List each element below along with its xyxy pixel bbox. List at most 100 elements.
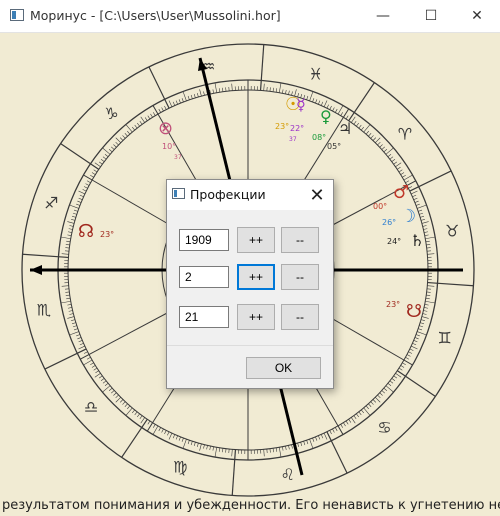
degree-tick [424, 304, 429, 306]
year-field[interactable]: 1909 [179, 229, 229, 251]
day-field[interactable]: 21 [179, 306, 229, 328]
degree-tick [323, 433, 328, 440]
degree-tick [91, 172, 96, 175]
degree-tick [272, 448, 274, 453]
degree-tick [381, 390, 385, 394]
degree-tick [312, 437, 315, 442]
mercury-minute: 37 [289, 136, 297, 143]
degree-tick [90, 362, 94, 366]
degree-tick [152, 424, 156, 428]
degree-tick [418, 209, 423, 212]
degree-tick [423, 228, 428, 230]
degree-tick [182, 91, 187, 101]
north-node-degree: 23° [100, 230, 114, 239]
degree-tick [122, 401, 126, 405]
degree-tick [420, 218, 425, 221]
ok-button[interactable]: OK [246, 357, 321, 379]
degree-tick [278, 447, 282, 458]
degree-tick [417, 331, 427, 336]
degree-tick [94, 162, 101, 168]
degree-tick [332, 428, 335, 433]
dialog-close-icon[interactable]: ✕ [305, 183, 329, 207]
degree-tick [282, 446, 284, 451]
degree-tick [297, 442, 300, 447]
degree-tick [379, 392, 383, 396]
sign-boundary [231, 449, 237, 496]
degree-tick [68, 310, 73, 312]
mercury-degree: 22° [290, 124, 304, 133]
year-plus-button[interactable]: ++ [237, 227, 275, 253]
degree-tick [343, 422, 346, 427]
month-field[interactable]: 2 [179, 266, 229, 288]
day-plus-button[interactable]: ++ [237, 304, 275, 330]
degree-tick [203, 444, 205, 449]
degree-tick [68, 228, 73, 230]
degree-tick [389, 380, 394, 384]
degree-tick [412, 342, 417, 346]
degree-tick [61, 285, 69, 287]
maximize-button[interactable]: ☐ [408, 0, 454, 32]
degree-tick [356, 413, 359, 418]
house-cusp [83, 174, 174, 228]
degree-tick [203, 91, 205, 96]
degree-tick [425, 300, 436, 304]
degree-tick [427, 285, 435, 287]
degree-tick [90, 174, 94, 178]
degree-tick [77, 200, 82, 203]
degree-tick [134, 411, 138, 416]
degree-tick [361, 409, 365, 414]
degree-tick [76, 203, 81, 206]
degree-tick [214, 82, 218, 93]
sign-boundary [259, 44, 265, 91]
degree-tick [108, 149, 113, 153]
degree-tick [425, 297, 430, 300]
degree-tick [318, 100, 321, 105]
degree-tick [370, 401, 374, 405]
mars-icon: ♂ [393, 182, 409, 203]
moon-icon: ☽ [400, 206, 416, 227]
saturn-degree: 24° [387, 237, 401, 246]
title-bar: Моринус - [C:\Users\User\Mussolini.hor] … [0, 0, 500, 33]
degree-tick [86, 357, 91, 360]
year-minus-button[interactable]: -- [281, 227, 319, 253]
degree-tick [147, 420, 151, 425]
degree-tick [411, 345, 418, 350]
degree-tick [397, 166, 401, 170]
house-cusp [80, 309, 173, 360]
degree-tick [125, 407, 133, 416]
degree-tick [79, 194, 84, 198]
degree-tick [212, 89, 214, 94]
month-minus-button[interactable]: -- [281, 264, 319, 290]
degree-tick [71, 319, 76, 322]
degree-tick [69, 331, 79, 336]
degree-tick [424, 307, 429, 309]
degree-tick [193, 93, 196, 98]
degree-tick [381, 146, 385, 150]
degree-tick [427, 253, 435, 255]
degree-tick [134, 124, 138, 129]
degree-tick [178, 436, 181, 441]
dialog-title: Профекции [190, 187, 266, 202]
degree-tick [424, 231, 429, 233]
degree-tick [387, 383, 392, 387]
minimize-button[interactable]: — [360, 0, 406, 32]
degree-tick [275, 447, 278, 452]
degree-tick [375, 137, 381, 143]
mars-degree: 00° [373, 202, 387, 211]
month-plus-button[interactable]: ++ [237, 264, 275, 290]
degree-tick [164, 105, 167, 110]
degree-tick [113, 392, 117, 396]
degree-tick [278, 82, 282, 93]
degree-tick [60, 236, 71, 240]
degree-tick [398, 169, 403, 173]
degree-tick [111, 146, 115, 150]
degree-tick [395, 162, 402, 168]
close-button[interactable]: ✕ [454, 0, 500, 32]
zodiac-sign-icon: ♎ [84, 397, 98, 416]
day-minus-button[interactable]: -- [281, 304, 319, 330]
degree-tick [78, 190, 85, 195]
degree-tick [332, 107, 335, 112]
sign-boundary [396, 370, 436, 397]
degree-tick [393, 161, 398, 165]
degree-tick [161, 107, 164, 112]
